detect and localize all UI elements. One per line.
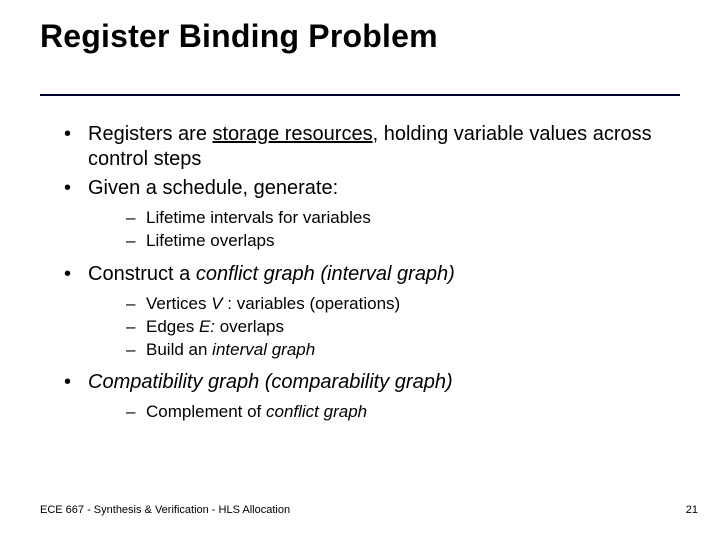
text: Edges [146,317,199,336]
text-italic: conflict graph [266,402,367,421]
bullet-conflict-graph: Construct a conflict graph (interval gra… [56,262,676,361]
text-italic: conflict graph (interval graph) [196,263,455,285]
text: Given a schedule, generate: [88,177,338,199]
slide-body: Registers are storage resources, holding… [56,122,676,433]
sub-lifetime-overlaps: Lifetime overlaps [88,230,676,251]
text: Build an [146,340,212,359]
sub-list: Lifetime intervals for variables Lifetim… [88,207,676,252]
sub-lifetime-intervals: Lifetime intervals for variables [88,207,676,228]
text-italic: interval graph [212,340,315,359]
text-underlined: storage resources [213,123,373,145]
text: Lifetime overlaps [146,231,275,250]
text: : variables (operations) [223,294,401,313]
bullet-list: Registers are storage resources, holding… [56,122,676,423]
bullet-compatibility-graph: Compatibility graph (comparability graph… [56,370,676,422]
sub-edges: Edges E: overlaps [88,316,676,337]
page-title: Register Binding Problem [40,18,438,55]
sub-list: Vertices V : variables (operations) Edge… [88,293,676,361]
text: for variables [274,208,371,227]
bullet-registers: Registers are storage resources, holding… [56,122,676,172]
sub-interval-graph: Build an interval graph [88,339,676,360]
title-underline [40,94,680,96]
slide: Register Binding Problem Registers are s… [0,0,720,540]
sub-complement: Complement of conflict graph [88,401,676,422]
text: Registers are [88,123,213,145]
text: Complement of [146,402,266,421]
sub-list: Complement of conflict graph [88,401,676,422]
text: Lifetime intervals [146,208,274,227]
text-italic: Compatibility graph (comparability graph… [88,371,453,393]
bullet-given-schedule: Given a schedule, generate: Lifetime int… [56,176,676,252]
text: Construct a [88,263,196,285]
text-italic: E: [199,317,215,336]
text: overlaps [215,317,284,336]
slide-number: 21 [686,504,698,516]
footer-course: ECE 667 - Synthesis & Verification - HLS… [40,504,290,516]
text-italic: V [211,294,222,313]
sub-vertices: Vertices V : variables (operations) [88,293,676,314]
text: Vertices [146,294,211,313]
